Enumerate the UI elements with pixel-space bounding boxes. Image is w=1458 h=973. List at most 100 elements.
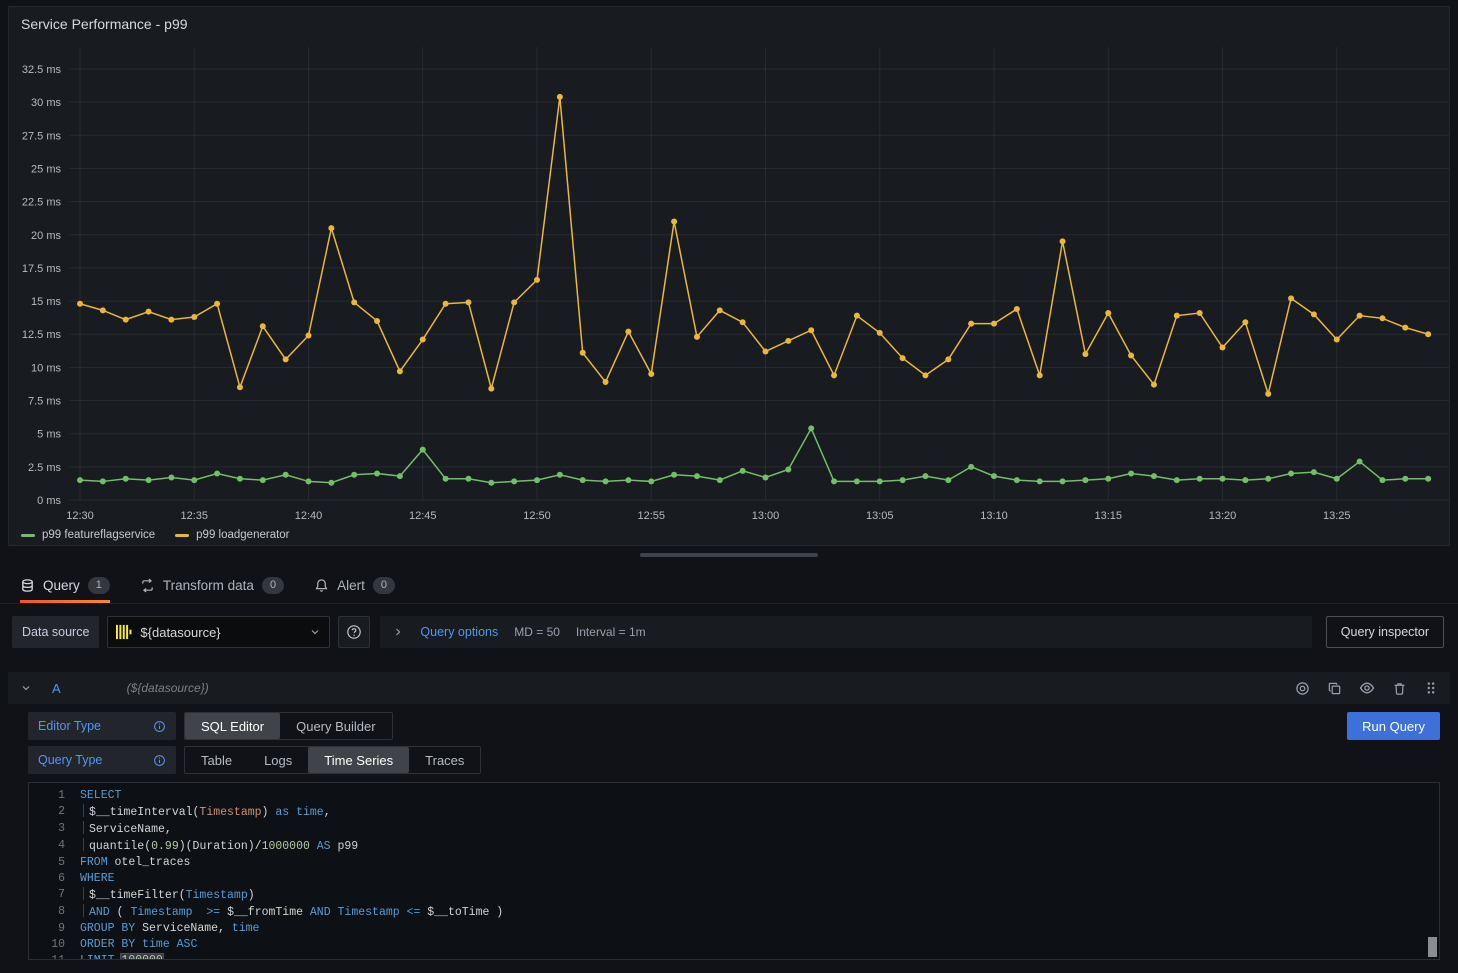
svg-text:12:35: 12:35 — [180, 510, 208, 522]
query-editor-body: Editor Type SQL Editor Query Builder Run… — [8, 704, 1450, 960]
tab-count-badge: 1 — [88, 577, 110, 594]
svg-text:2.5 ms: 2.5 ms — [28, 462, 62, 474]
tab-count-badge: 0 — [262, 577, 284, 594]
query-toolbar: Data source ${datasource} Query options … — [12, 616, 1444, 648]
query-options-bar[interactable]: Query options MD = 50 Interval = 1m — [380, 616, 1311, 648]
info-icon[interactable] — [153, 754, 166, 767]
line-number: 5 — [29, 855, 65, 871]
tab-label: Transform data — [163, 578, 254, 593]
code-line: 3ServiceName, — [29, 821, 1439, 838]
info-icon[interactable] — [153, 720, 166, 733]
svg-text:13:15: 13:15 — [1094, 510, 1122, 522]
line-number: 3 — [29, 821, 65, 838]
eye-icon[interactable] — [1359, 680, 1375, 696]
svg-text:12:55: 12:55 — [637, 510, 665, 522]
time-series-button[interactable]: Time Series — [308, 747, 409, 773]
datasource-label: Data source — [12, 616, 99, 648]
table-button[interactable]: Table — [185, 747, 248, 773]
line-number: 8 — [29, 904, 65, 921]
indent-guide — [83, 838, 84, 851]
query-type-label: Query Type — [28, 746, 176, 774]
svg-text:13:00: 13:00 — [752, 510, 780, 522]
query-inspector-button[interactable]: Query inspector — [1326, 616, 1444, 648]
tab-label: Alert — [337, 578, 365, 593]
sql-code-editor[interactable]: 1SELECT2$__timeInterval(Timestamp) as ti… — [28, 782, 1440, 960]
code-line: 10ORDER BY time ASC — [29, 937, 1439, 953]
query-builder-button[interactable]: Query Builder — [280, 713, 391, 739]
max-data-points-value: MD = 50 — [514, 625, 560, 639]
panel-resize-handle[interactable] — [640, 553, 818, 557]
svg-text:7.5 ms: 7.5 ms — [28, 396, 62, 408]
svg-text:22.5 ms: 22.5 ms — [22, 197, 62, 209]
run-query-button[interactable]: Run Query — [1347, 712, 1440, 740]
trash-icon[interactable] — [1392, 681, 1407, 696]
svg-text:12:45: 12:45 — [409, 510, 437, 522]
duplicate-icon[interactable] — [1327, 681, 1342, 696]
tab-alert[interactable]: Alert 0 — [314, 567, 395, 603]
chevron-right-icon — [392, 626, 404, 638]
code-line: 11LIMIT 100000 — [29, 953, 1439, 960]
legend-label: p99 loadgenerator — [196, 529, 289, 541]
tab-query[interactable]: Query 1 — [20, 567, 110, 603]
editor-tabs: Query 1 Transform data 0 Alert 0 — [0, 567, 1458, 604]
legend-label: p99 featureflagservice — [42, 529, 155, 541]
bell-icon — [314, 578, 329, 593]
panel-header[interactable]: Service Performance - p99 — [9, 7, 1449, 41]
query-ref-id[interactable]: A — [52, 681, 61, 696]
legend-swatch-yellow — [175, 534, 189, 537]
svg-text:10 ms: 10 ms — [31, 362, 61, 374]
legend-swatch-green — [21, 534, 35, 537]
svg-text:13:05: 13:05 — [866, 510, 894, 522]
interval-value: Interval = 1m — [576, 625, 646, 639]
query-options-link[interactable]: Query options — [420, 625, 498, 639]
svg-text:17.5 ms: 17.5 ms — [22, 263, 62, 275]
tab-count-badge: 0 — [373, 577, 395, 594]
datasource-help-button[interactable] — [338, 616, 370, 648]
svg-text:5 ms: 5 ms — [37, 429, 61, 441]
line-number: 2 — [29, 804, 65, 821]
legend-item-loadgenerator[interactable]: p99 loadgenerator — [175, 529, 289, 541]
svg-text:13:10: 13:10 — [980, 510, 1008, 522]
indent-guide — [83, 821, 84, 834]
drag-handle-icon[interactable] — [1424, 681, 1438, 695]
query-row-actions — [1295, 680, 1438, 696]
code-line: 6WHERE — [29, 871, 1439, 887]
tab-transform-data[interactable]: Transform data 0 — [140, 567, 284, 603]
traces-button[interactable]: Traces — [409, 747, 480, 773]
timeseries-panel: Service Performance - p99 0 ms2.5 ms5 ms… — [8, 6, 1450, 546]
svg-text:12:40: 12:40 — [295, 510, 323, 522]
svg-text:15 ms: 15 ms — [31, 296, 61, 308]
line-number: 1 — [29, 788, 65, 804]
panel-title: Service Performance - p99 — [21, 16, 188, 32]
svg-text:20 ms: 20 ms — [31, 230, 61, 242]
svg-text:27.5 ms: 27.5 ms — [22, 130, 62, 142]
question-circle-icon — [346, 624, 362, 640]
code-line: 2$__timeInterval(Timestamp) as time, — [29, 804, 1439, 821]
svg-text:12:30: 12:30 — [66, 510, 94, 522]
collapse-chevron-icon[interactable] — [20, 682, 32, 694]
sql-editor-button[interactable]: SQL Editor — [185, 713, 280, 739]
editor-type-label: Editor Type — [28, 712, 176, 740]
datasource-picker[interactable]: ${datasource} — [107, 616, 330, 648]
svg-text:32.5 ms: 32.5 ms — [22, 64, 62, 76]
disable-query-icon[interactable] — [1295, 681, 1310, 696]
query-datasource-hint: (${datasource}) — [127, 681, 209, 695]
legend-item-featureflagservice[interactable]: p99 featureflagservice — [21, 529, 155, 541]
timeseries-chart[interactable]: 0 ms2.5 ms5 ms7.5 ms10 ms12.5 ms15 ms17.… — [9, 41, 1449, 525]
indent-guide — [83, 904, 84, 917]
query-editor-card: A (${datasource}) — [8, 672, 1450, 960]
editor-scrollbar-thumb[interactable] — [1428, 937, 1437, 957]
query-type-segmented: Table Logs Time Series Traces — [184, 746, 481, 774]
line-number: 11 — [29, 953, 65, 960]
code-line: 4quantile(0.99)(Duration)/1000000 AS p99 — [29, 838, 1439, 855]
code-line: 1SELECT — [29, 788, 1439, 804]
indent-guide — [83, 887, 84, 900]
code-line: 5FROM otel_traces — [29, 855, 1439, 871]
svg-text:13:25: 13:25 — [1323, 510, 1351, 522]
sql-code-lines: 1SELECT2$__timeInterval(Timestamp) as ti… — [29, 788, 1439, 960]
grafana-panel-edit-page: Service Performance - p99 0 ms2.5 ms5 ms… — [0, 6, 1458, 960]
chevron-down-icon — [309, 626, 321, 638]
query-row-header[interactable]: A (${datasource}) — [8, 672, 1450, 704]
logs-button[interactable]: Logs — [248, 747, 308, 773]
line-number: 4 — [29, 838, 65, 855]
